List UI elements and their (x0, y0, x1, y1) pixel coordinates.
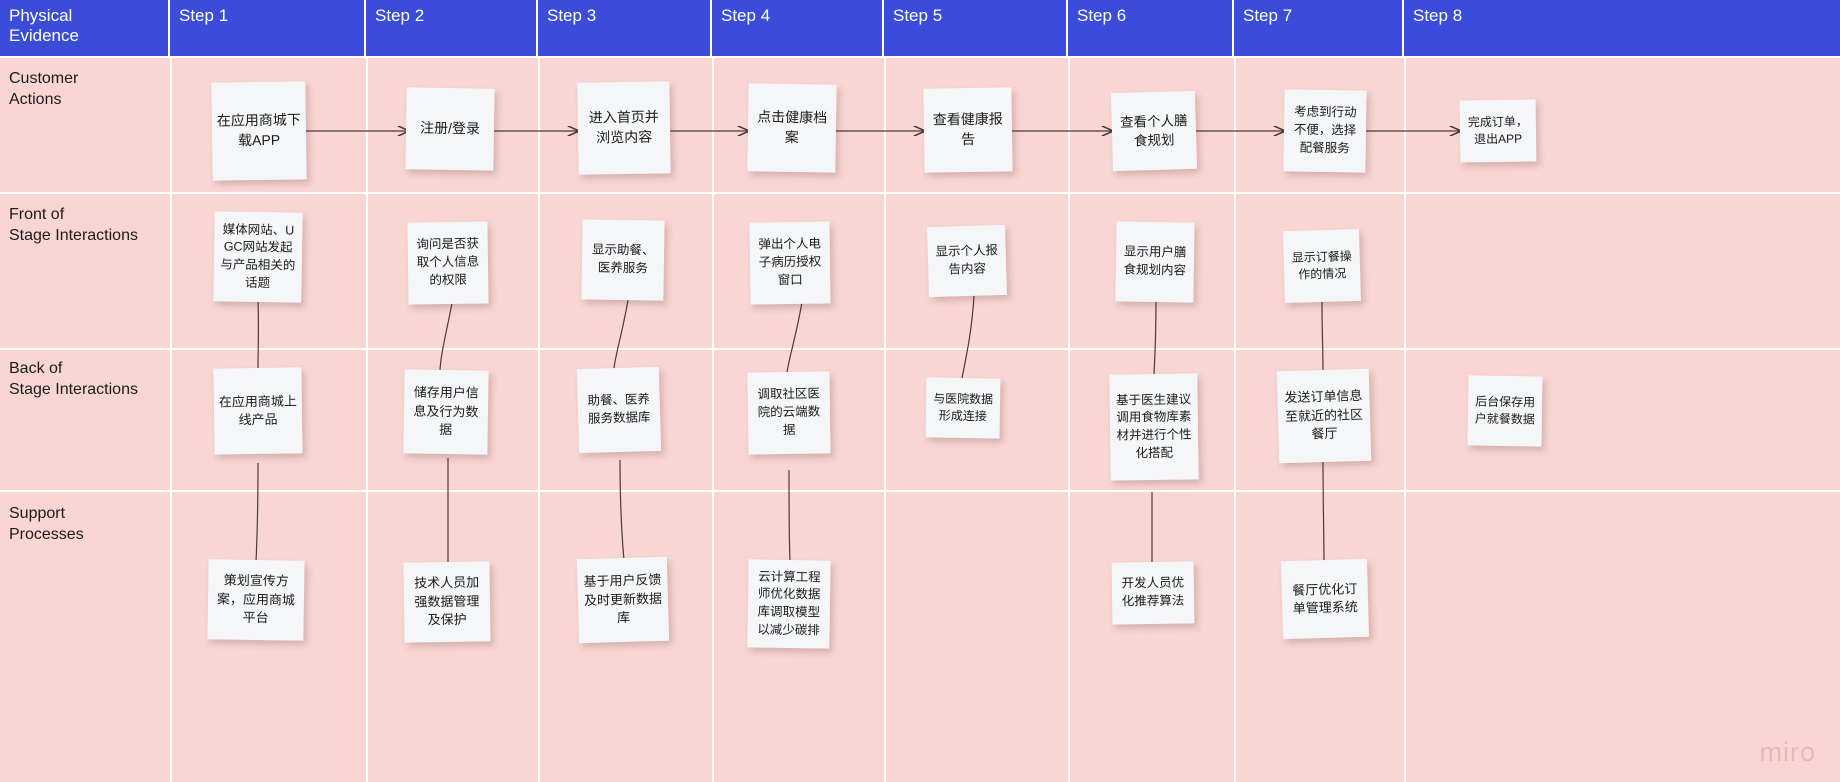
note-customer-actions-step-5[interactable]: 查看健康报告 (923, 87, 1013, 173)
header-step-6[interactable]: Step 6 (1068, 0, 1234, 58)
grid-vline-3 (538, 58, 540, 782)
header-step-7-label: Step 7 (1243, 6, 1293, 25)
lane-label-back-of-stage: Back of Stage Interactions (9, 360, 138, 398)
grid-vline-8 (1404, 58, 1406, 782)
note-front-stage-step-1[interactable]: 媒体网站、UGC网站发起与产品相关的话题 (213, 211, 303, 303)
grid-vline-7 (1234, 58, 1236, 782)
header-step-7[interactable]: Step 7 (1234, 0, 1404, 58)
grid-vline-4 (712, 58, 714, 782)
note-front-stage-step-4[interactable]: 弹出个人电子病历授权窗口 (749, 221, 831, 305)
lane-label-support-processes: Support Processes (9, 505, 84, 543)
header-step-1[interactable]: Step 1 (170, 0, 366, 58)
note-back-stage-step-8[interactable]: 后台保存用户就餐数据 (1467, 375, 1543, 447)
note-support-process-step-2[interactable]: 技术人员加强数据管理及保护 (403, 561, 491, 643)
grid-hline-2 (0, 348, 1840, 350)
note-customer-actions-step-7[interactable]: 考虑到行动不便，选择配餐服务 (1283, 89, 1367, 173)
note-back-stage-step-7[interactable]: 发送订单信息至就近的社区餐厅 (1276, 368, 1372, 464)
header-step-8[interactable]: Step 8 (1404, 0, 1840, 58)
note-customer-actions-step-1[interactable]: 在应用商城下载APP (211, 81, 307, 181)
note-customer-actions-step-4[interactable]: 点击健康档案 (747, 83, 837, 173)
grid-hline-1 (0, 192, 1840, 194)
note-back-stage-step-5[interactable]: 与医院数据形成连接 (925, 377, 1001, 439)
service-blueprint-board: Physical Evidence Step 1 Step 2 Step 3 S… (0, 0, 1840, 782)
header-physical-evidence-label: Physical Evidence (9, 6, 79, 45)
header-step-5[interactable]: Step 5 (884, 0, 1068, 58)
note-front-stage-step-7[interactable]: 显示订餐操作的情况 (1283, 228, 1361, 304)
header-step-3[interactable]: Step 3 (538, 0, 712, 58)
grid-vline-5 (884, 58, 886, 782)
header-step-2[interactable]: Step 2 (366, 0, 538, 58)
header-step-5-label: Step 5 (893, 6, 943, 25)
grid-vline-1 (170, 58, 172, 782)
note-front-stage-step-6[interactable]: 显示用户膳食规划内容 (1115, 221, 1195, 303)
note-customer-actions-step-2[interactable]: 注册/登录 (405, 87, 495, 171)
lane-label-front-of-stage: Front of Stage Interactions (9, 206, 138, 244)
note-front-stage-step-5[interactable]: 显示个人报告内容 (927, 224, 1007, 298)
header-step-1-label: Step 1 (179, 6, 229, 25)
note-support-process-step-1[interactable]: 策划宣传方案，应用商城平台 (207, 559, 305, 641)
grid-vline-2 (366, 58, 368, 782)
note-back-stage-step-6[interactable]: 基于医生建议调用食物库素材并进行个性化搭配 (1109, 373, 1199, 481)
note-customer-actions-step-8[interactable]: 完成订单，退出APP (1459, 99, 1537, 163)
note-support-process-step-6[interactable]: 开发人员优化推荐算法 (1111, 561, 1195, 625)
header-step-3-label: Step 3 (547, 6, 597, 25)
note-back-stage-step-2[interactable]: 储存用户信息及行为数据 (403, 369, 489, 455)
note-support-process-step-4[interactable]: 云计算工程师优化数据库调取模型以减少碳排 (747, 559, 831, 649)
lane-label-customer-actions: Customer Actions (9, 70, 79, 108)
note-front-stage-step-2[interactable]: 询问是否获取个人信息的权限 (407, 221, 489, 305)
note-support-process-step-3[interactable]: 基于用户反馈及时更新数据库 (576, 556, 670, 644)
header-row: Physical Evidence Step 1 Step 2 Step 3 S… (0, 0, 1840, 58)
note-front-stage-step-3[interactable]: 显示助餐、医养服务 (581, 219, 665, 301)
grid-vline-6 (1068, 58, 1070, 782)
note-back-stage-step-3[interactable]: 助餐、医养服务数据库 (576, 366, 662, 454)
header-step-2-label: Step 2 (375, 6, 425, 25)
note-customer-actions-step-3[interactable]: 进入首页并浏览内容 (577, 81, 671, 175)
header-step-8-label: Step 8 (1413, 6, 1463, 25)
header-step-6-label: Step 6 (1077, 6, 1127, 25)
header-step-4-label: Step 4 (721, 6, 771, 25)
note-back-stage-step-1[interactable]: 在应用商城上线产品 (213, 367, 303, 455)
header-physical-evidence: Physical Evidence (0, 0, 170, 58)
header-step-4[interactable]: Step 4 (712, 0, 884, 58)
grid-hline-3 (0, 490, 1840, 492)
note-support-process-step-7[interactable]: 餐厅优化订单管理系统 (1280, 558, 1370, 640)
note-customer-actions-step-6[interactable]: 查看个人膳食规划 (1110, 90, 1198, 172)
miro-watermark: miro (1759, 737, 1816, 767)
grid-hline-header (0, 56, 1840, 58)
note-back-stage-step-4[interactable]: 调取社区医院的云端数据 (747, 371, 831, 455)
